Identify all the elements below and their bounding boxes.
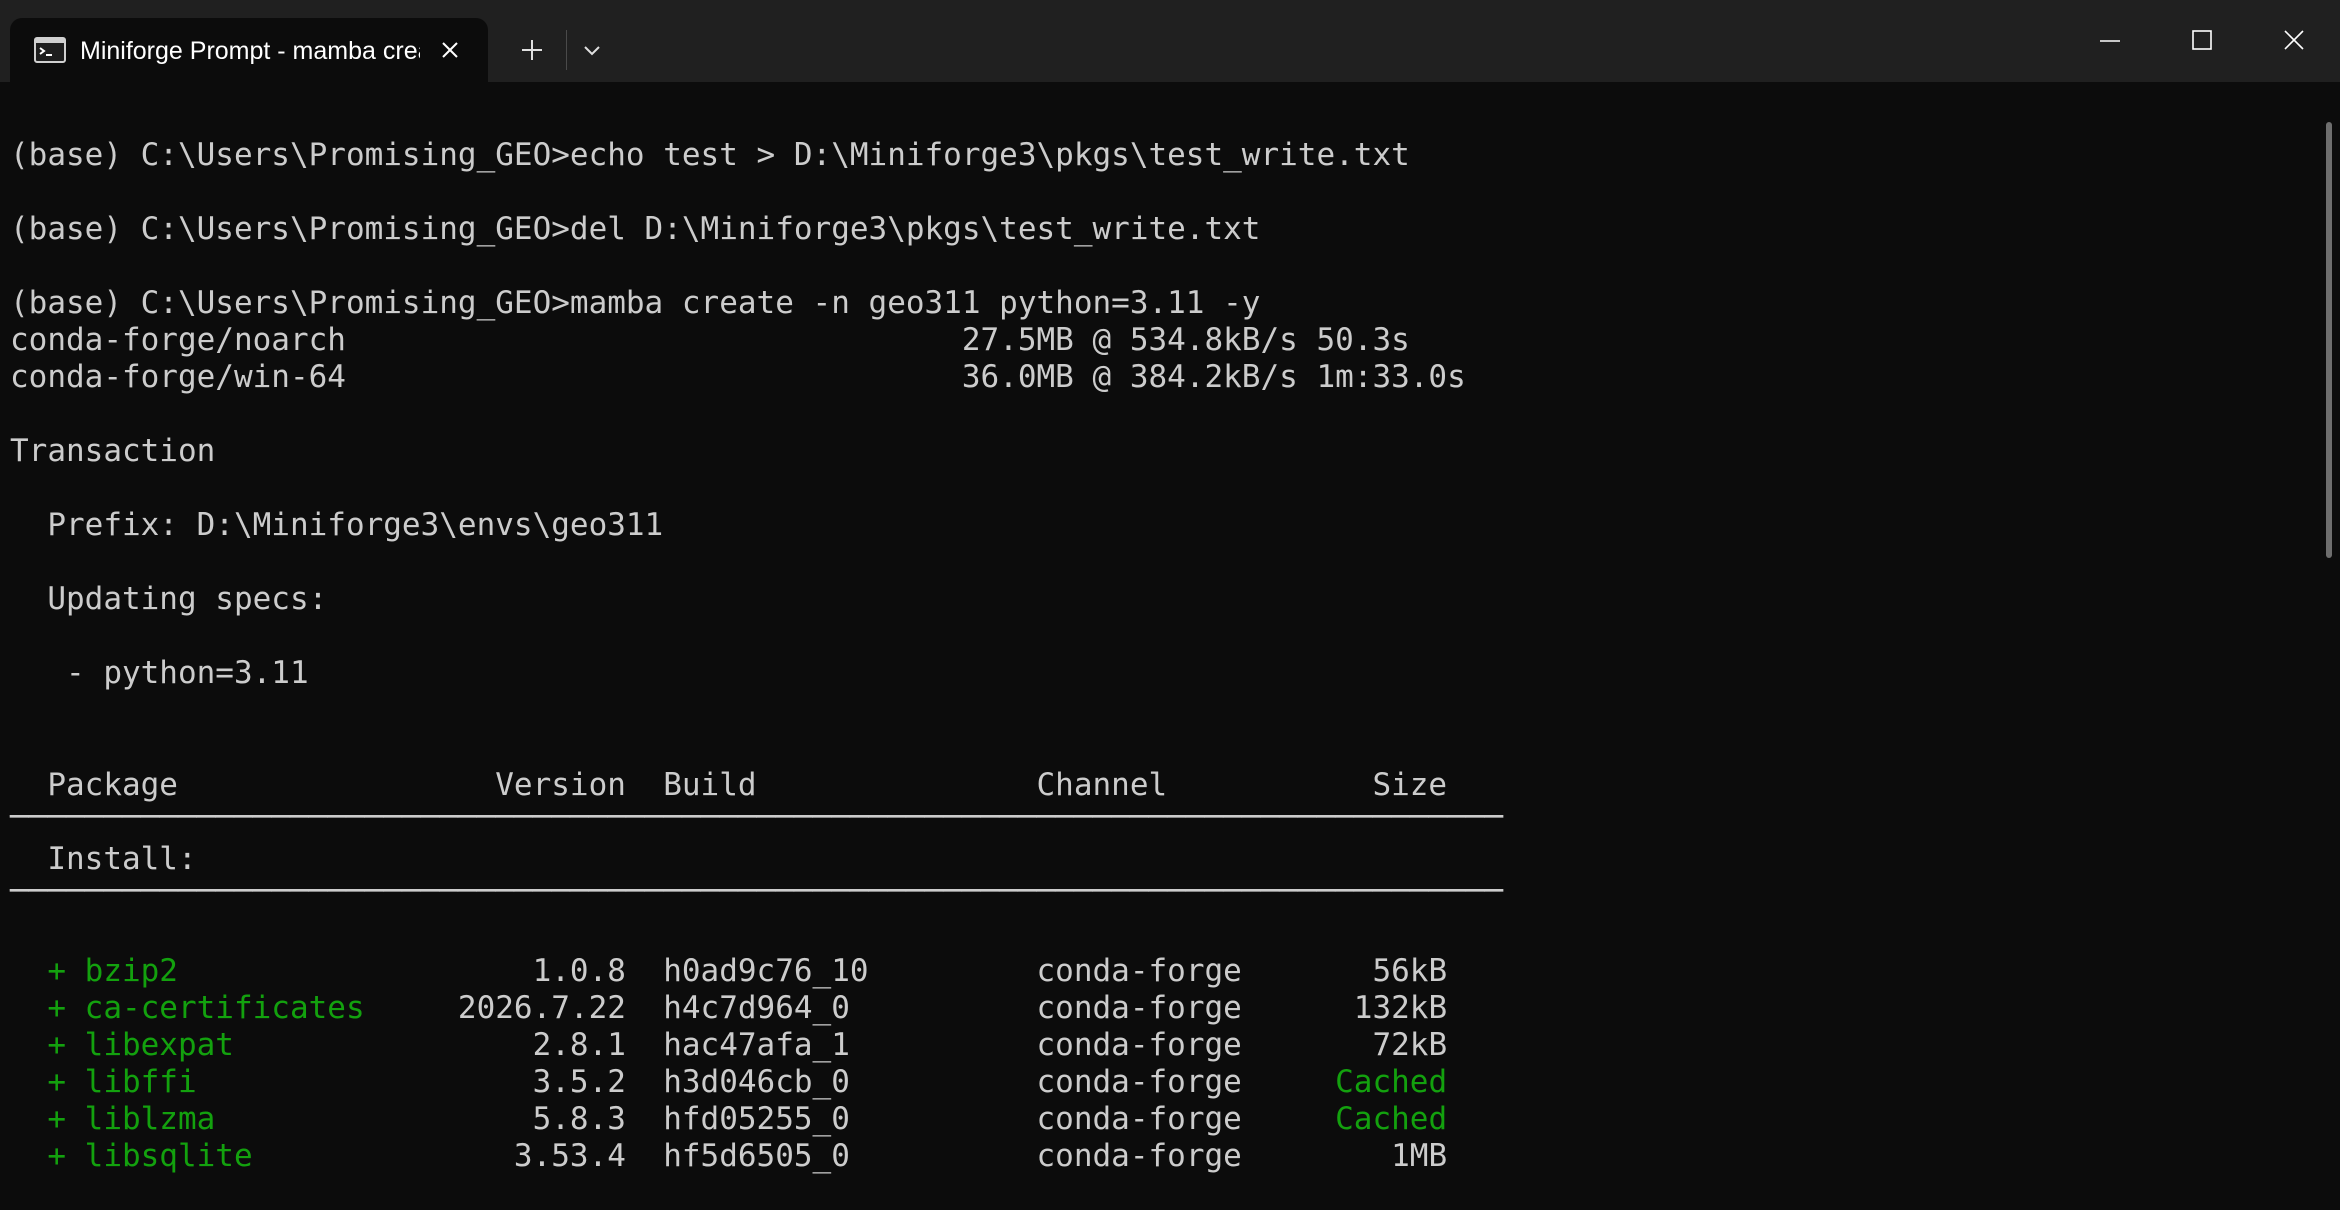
tab-separator: [566, 30, 567, 70]
command-line: (base) C:\Users\Promising_GEO>echo test …: [10, 137, 1410, 173]
package-name: libexpat: [84, 1027, 384, 1063]
command-line: (base) C:\Users\Promising_GEO>mamba crea…: [10, 285, 1261, 321]
tab-title: Miniforge Prompt - mamba create -n geo31…: [80, 37, 420, 65]
terminal-window: Miniforge Prompt - mamba create -n geo31…: [0, 0, 2340, 1210]
new-tab-button[interactable]: [512, 30, 552, 70]
package-size: 72kB: [1372, 1027, 1448, 1063]
tab-dropdown-button[interactable]: [572, 30, 612, 70]
command-line: (base) C:\Users\Promising_GEO>del D:\Min…: [10, 211, 1261, 247]
minimize-icon: [2100, 40, 2120, 42]
terminal-icon: [34, 37, 66, 63]
table-separator: ────────────────────────────────────────…: [10, 799, 1504, 835]
package-row: + libexpat 2.8.1 hac47afa_1 conda-forge …: [10, 1027, 1448, 1063]
package-size: 1MB: [1391, 1138, 1448, 1174]
package-size: 132kB: [1353, 990, 1448, 1026]
close-window-button[interactable]: [2248, 0, 2340, 82]
package-size: Cached: [1335, 1064, 1448, 1100]
download-progress-line: conda-forge/noarch 27.5MB @ 534.8kB/s 50…: [10, 322, 1410, 358]
package-row: + ca-certificates 2026.7.22 h4c7d964_0 c…: [10, 990, 1448, 1026]
package-row: + libsqlite 3.53.4 hf5d6505_0 conda-forg…: [10, 1138, 1448, 1174]
package-row: + bzip2 1.0.8 h0ad9c76_10 conda-forge 56…: [10, 953, 1448, 989]
maximize-icon: [2192, 30, 2212, 50]
spec-line: - python=3.11: [10, 655, 309, 691]
package-row: + libffi 3.5.2 h3d046cb_0 conda-forge Ca…: [10, 1064, 1448, 1100]
package-name: libffi: [84, 1064, 384, 1100]
package-name: bzip2: [84, 953, 384, 989]
minimize-button[interactable]: [2064, 0, 2156, 82]
terminal-output[interactable]: (base) C:\Users\Promising_GEO>echo test …: [0, 82, 2322, 1210]
prefix-line: Prefix: D:\Miniforge3\envs\geo311: [10, 507, 664, 543]
plus-icon: [522, 40, 542, 60]
updating-specs-line: Updating specs:: [10, 581, 328, 617]
package-size: Cached: [1335, 1101, 1448, 1137]
transaction-heading: Transaction: [10, 433, 216, 469]
download-progress-line: conda-forge/win-64 36.0MB @ 384.2kB/s 1m…: [10, 359, 1466, 395]
package-size: 56kB: [1372, 953, 1448, 989]
tab-miniforge-prompt[interactable]: Miniforge Prompt - mamba create -n geo31…: [10, 18, 488, 82]
chevron-down-icon: [584, 46, 600, 56]
title-bar: Miniforge Prompt - mamba create -n geo31…: [0, 0, 2340, 82]
maximize-button[interactable]: [2156, 0, 2248, 82]
scrollbar-thumb[interactable]: [2326, 122, 2332, 558]
package-name: libsqlite: [84, 1138, 384, 1174]
close-icon: [2284, 30, 2304, 50]
package-row: + liblzma 5.8.3 hfd05255_0 conda-forge C…: [10, 1101, 1448, 1137]
package-name: ca-certificates: [84, 990, 384, 1026]
close-icon[interactable]: [438, 38, 462, 62]
table-separator: ────────────────────────────────────────…: [10, 873, 1504, 909]
package-name: liblzma: [84, 1101, 384, 1137]
